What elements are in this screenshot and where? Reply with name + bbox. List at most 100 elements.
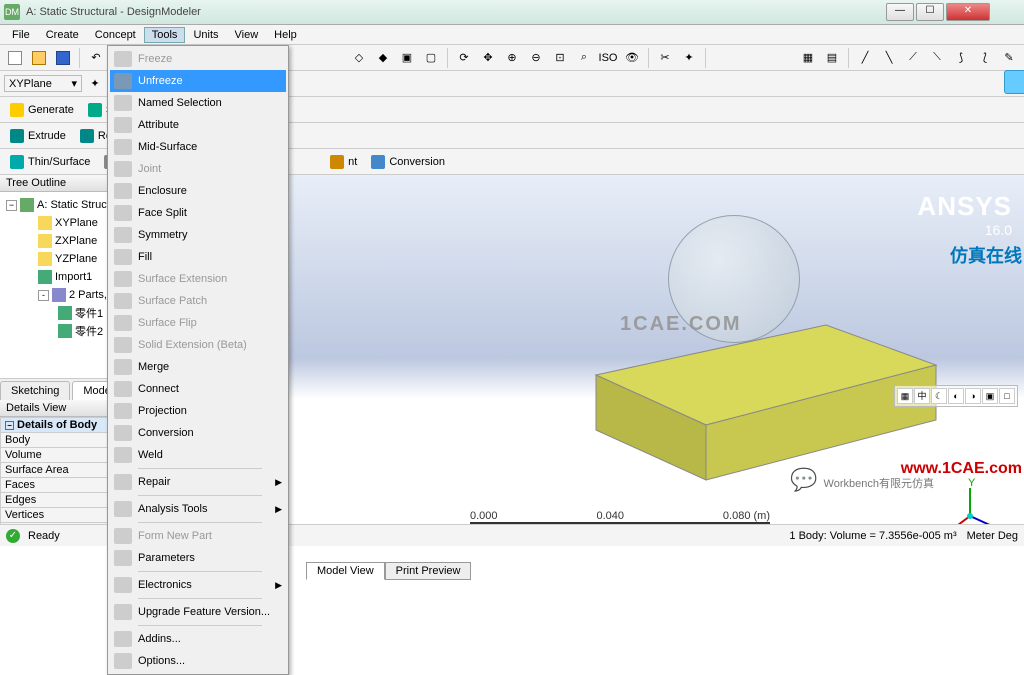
menu-item-options-[interactable]: Options... bbox=[110, 650, 286, 672]
tree-expander[interactable]: - bbox=[38, 290, 49, 301]
menu-item-mid-surface[interactable]: Mid-Surface bbox=[110, 136, 286, 158]
menu-item-label: Form New Part bbox=[138, 530, 212, 542]
maximize-button[interactable]: ☐ bbox=[916, 3, 944, 21]
iso-icon[interactable]: ISO bbox=[597, 47, 619, 69]
rotate-icon[interactable]: ⟳ bbox=[453, 47, 475, 69]
menu-item-label: Freeze bbox=[138, 53, 172, 65]
menu-item-label: Projection bbox=[138, 405, 187, 417]
close-button[interactable]: ✕ bbox=[946, 3, 990, 21]
menu-item-label: Symmetry bbox=[138, 229, 188, 241]
menu-item-electronics[interactable]: Electronics▶ bbox=[110, 574, 286, 596]
menu-item-symmetry[interactable]: Symmetry bbox=[110, 224, 286, 246]
vp-display-icon[interactable]: ◐ bbox=[948, 388, 964, 404]
sketch-line-icon[interactable]: ╲ bbox=[878, 47, 900, 69]
display-icon[interactable]: ✂ bbox=[654, 47, 676, 69]
submenu-arrow-icon: ▶ bbox=[275, 504, 282, 515]
zoom-fit-icon[interactable]: ⊡ bbox=[549, 47, 571, 69]
menu-item-projection[interactable]: Projection bbox=[110, 400, 286, 422]
tree-expander[interactable]: − bbox=[6, 200, 17, 211]
menu-item-icon bbox=[114, 381, 132, 397]
menu-item-icon bbox=[114, 337, 132, 353]
vp-display-icon[interactable]: □ bbox=[999, 388, 1015, 404]
menu-item-label: Analysis Tools bbox=[138, 503, 208, 515]
menu-item-label: Electronics bbox=[138, 579, 192, 591]
display-icon[interactable]: ✦ bbox=[678, 47, 700, 69]
sketch-arc-icon[interactable]: ⟆ bbox=[950, 47, 972, 69]
menu-item-unfreeze[interactable]: Unfreeze bbox=[110, 70, 286, 92]
conversion-button[interactable]: Conversion bbox=[365, 155, 451, 169]
window-title: A: Static Structural - DesignModeler bbox=[26, 6, 201, 18]
generate-button[interactable]: Generate bbox=[4, 103, 80, 117]
undo-icon[interactable]: ↶ bbox=[85, 47, 107, 69]
tab-sketching[interactable]: Sketching bbox=[0, 381, 70, 400]
menu-concept[interactable]: Concept bbox=[87, 27, 144, 43]
menu-item-conversion[interactable]: Conversion bbox=[110, 422, 286, 444]
menu-tools[interactable]: Tools bbox=[144, 27, 186, 43]
collapse-icon[interactable]: − bbox=[5, 421, 14, 430]
sketch-line-icon[interactable]: ⟋ bbox=[902, 47, 924, 69]
vp-display-icon[interactable]: ☾ bbox=[931, 388, 947, 404]
extrude-button[interactable]: Extrude bbox=[4, 129, 72, 143]
sketch-arc-icon[interactable]: ⟅ bbox=[974, 47, 996, 69]
model-icon bbox=[20, 198, 34, 212]
menu-item-upgrade-feature-version-[interactable]: Upgrade Feature Version... bbox=[110, 601, 286, 623]
vp-display-icon[interactable]: ◑ bbox=[965, 388, 981, 404]
sketch-line-icon[interactable]: ╱ bbox=[854, 47, 876, 69]
menu-item-label: Face Split bbox=[138, 207, 187, 219]
menu-view[interactable]: View bbox=[227, 27, 267, 43]
menu-item-freeze: Freeze bbox=[110, 48, 286, 70]
menu-item-icon bbox=[114, 359, 132, 375]
menu-item-parameters[interactable]: Parameters bbox=[110, 547, 286, 569]
minimize-button[interactable]: — bbox=[886, 3, 914, 21]
menu-item-enclosure[interactable]: Enclosure bbox=[110, 180, 286, 202]
tool-icon[interactable]: ▢ bbox=[420, 47, 442, 69]
menu-item-addins-[interactable]: Addins... bbox=[110, 628, 286, 650]
menu-item-fill[interactable]: Fill bbox=[110, 246, 286, 268]
tab-model-view[interactable]: Model View bbox=[306, 562, 385, 580]
menu-help[interactable]: Help bbox=[266, 27, 305, 43]
save-icon[interactable] bbox=[52, 47, 74, 69]
vp-display-icon[interactable]: ▦ bbox=[897, 388, 913, 404]
menu-item-named-selection[interactable]: Named Selection bbox=[110, 92, 286, 114]
menu-file[interactable]: File bbox=[4, 27, 38, 43]
tool-icon[interactable]: ▣ bbox=[396, 47, 418, 69]
zoom-out-icon[interactable]: ⊖ bbox=[525, 47, 547, 69]
menu-item-label: Weld bbox=[138, 449, 163, 461]
point-button[interactable]: nt bbox=[324, 155, 363, 169]
menu-item-icon bbox=[114, 403, 132, 419]
tool-icon[interactable]: ◆ bbox=[372, 47, 394, 69]
menu-units[interactable]: Units bbox=[185, 27, 226, 43]
pan-icon[interactable]: ✥ bbox=[477, 47, 499, 69]
tree-node-icon bbox=[38, 216, 52, 230]
sketch-line-icon[interactable]: ⟍ bbox=[926, 47, 948, 69]
open-icon[interactable] bbox=[28, 47, 50, 69]
plane-selector[interactable]: XYPlane▾ bbox=[4, 75, 82, 92]
tree-root-label[interactable]: A: Static Structu bbox=[37, 199, 116, 211]
tree-node-icon bbox=[58, 306, 72, 320]
zoom-in-icon[interactable]: ⊕ bbox=[501, 47, 523, 69]
menu-item-analysis-tools[interactable]: Analysis Tools ▶ bbox=[110, 498, 286, 520]
menu-item-attribute[interactable]: Attribute bbox=[110, 114, 286, 136]
menu-item-merge[interactable]: Merge bbox=[110, 356, 286, 378]
grid-icon[interactable]: ▦ bbox=[797, 47, 819, 69]
menu-item-face-split[interactable]: Face Split bbox=[110, 202, 286, 224]
menu-item-weld[interactable]: Weld bbox=[110, 444, 286, 466]
tree-node-label: 零件1 bbox=[75, 305, 103, 321]
tab-print-preview[interactable]: Print Preview bbox=[385, 562, 472, 580]
menu-item-repair[interactable]: Repair▶ bbox=[110, 471, 286, 493]
look-icon[interactable]: 👁 bbox=[621, 47, 643, 69]
sketch-tool-icon[interactable]: ✎ bbox=[998, 47, 1020, 69]
tool-icon[interactable]: ◇ bbox=[348, 47, 370, 69]
brand-watermark: ANSYS 16.0 bbox=[917, 191, 1012, 238]
align-icon[interactable]: ▤ bbox=[821, 47, 843, 69]
menu-item-connect[interactable]: Connect bbox=[110, 378, 286, 400]
menu-create[interactable]: Create bbox=[38, 27, 87, 43]
zoom-box-icon[interactable]: ⌕ bbox=[573, 47, 595, 69]
status-ok-icon: ✓ bbox=[6, 529, 20, 543]
new-icon[interactable] bbox=[4, 47, 26, 69]
new-plane-icon[interactable]: ✦ bbox=[84, 73, 106, 95]
graphics-viewport[interactable]: ANSYS 16.0 1CAE.COM 💬 Workbench有限元仿真 ▦ 中… bbox=[216, 175, 1024, 582]
vp-display-icon[interactable]: ▣ bbox=[982, 388, 998, 404]
thin-surface-button[interactable]: Thin/Surface bbox=[4, 155, 96, 169]
vp-display-icon[interactable]: 中 bbox=[914, 388, 930, 404]
